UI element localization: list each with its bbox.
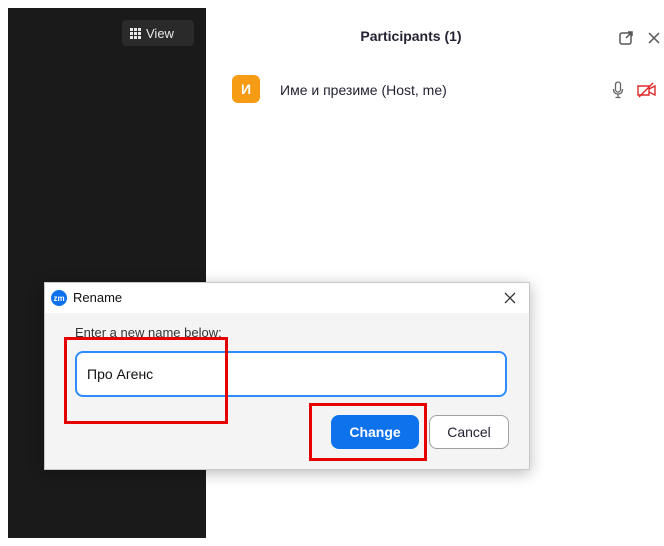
popout-icon[interactable] <box>618 30 634 46</box>
panel-title: Participants (1) <box>360 28 462 44</box>
top-strip <box>0 0 664 8</box>
avatar: И <box>232 75 260 103</box>
rename-dialog: zm Rename Enter a new name below: Change… <box>44 282 530 470</box>
mic-icon[interactable] <box>612 81 624 99</box>
prompt-label: Enter a new name below: <box>75 325 222 340</box>
view-button[interactable]: View <box>122 20 194 46</box>
dialog-title: Rename <box>73 290 123 305</box>
cancel-button[interactable]: Cancel <box>429 415 509 449</box>
video-off-icon[interactable] <box>636 81 658 99</box>
close-icon[interactable] <box>501 289 519 307</box>
view-button-label: View <box>146 25 174 41</box>
dialog-titlebar: zm Rename <box>45 283 529 313</box>
participant-row[interactable]: И Име и презиме (Host, me) <box>232 75 664 105</box>
new-name-input[interactable] <box>75 351 507 397</box>
grid-icon <box>130 27 141 39</box>
zoom-logo-icon: zm <box>51 290 67 306</box>
participant-name: Име и презиме (Host, me) <box>280 82 447 98</box>
change-button[interactable]: Change <box>331 415 419 449</box>
close-icon[interactable] <box>646 30 662 46</box>
